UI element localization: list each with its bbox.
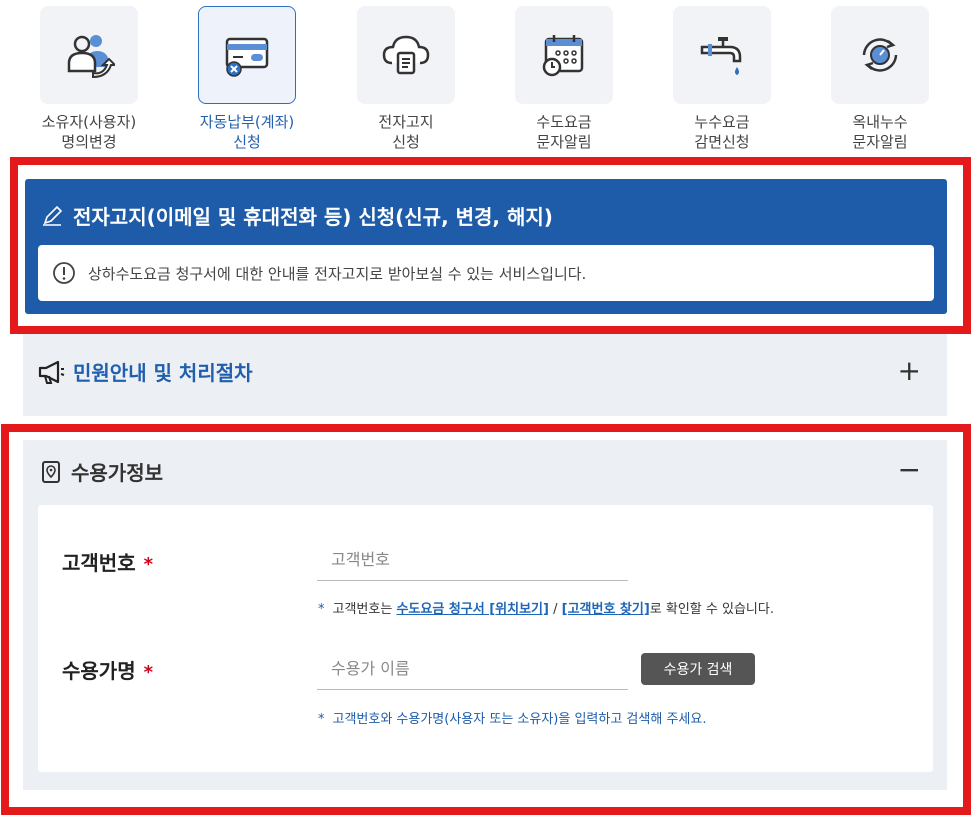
service-menu: 소유자(사용자) 명의변경 자동납부(계좌) 신청 전자고지 신청 수도요금 문… bbox=[0, 0, 974, 160]
service-indoor-leak[interactable]: 옥내누수 문자알림 bbox=[801, 0, 959, 152]
required-mark: * bbox=[143, 554, 154, 575]
owner-change-tile[interactable] bbox=[40, 6, 138, 104]
customer-name-label-text: 수용가명 bbox=[62, 659, 136, 683]
pencil-icon bbox=[43, 205, 63, 226]
customer-number-label: 고객번호 * bbox=[62, 547, 153, 576]
hint-separator: / bbox=[553, 602, 558, 617]
autopay-tile[interactable] bbox=[198, 6, 296, 104]
service-label: 옥내누수 문자알림 bbox=[852, 113, 908, 151]
guide-title-text: 민원안내 및 처리절차 bbox=[73, 361, 253, 385]
banner-title-text: 전자고지(이메일 및 휴대전화 등) 신청(신규, 변경, 해지) bbox=[73, 205, 553, 229]
service-sms-bill[interactable]: 수도요금 문자알림 bbox=[485, 0, 643, 152]
required-mark: * bbox=[143, 662, 154, 683]
service-label: 소유자(사용자) 명의변경 bbox=[41, 113, 137, 151]
collapse-icon[interactable]: − bbox=[898, 456, 921, 484]
service-label: 누수요금 감면신청 bbox=[694, 113, 750, 151]
customer-search-button[interactable]: 수용가 검색 bbox=[641, 653, 755, 685]
service-autopay[interactable]: 자동납부(계좌) 신청 bbox=[168, 0, 326, 152]
customer-form: 고객번호 * * 고객번호는 수도요금 청구서 [위치보기] / [고객번호 찾기]… bbox=[38, 505, 933, 772]
card-autopay-icon bbox=[225, 37, 269, 77]
sms-bill-tile[interactable] bbox=[515, 6, 613, 104]
hint-star: * bbox=[318, 712, 325, 727]
guide-accordion-title[interactable]: 민원안내 및 처리절차 bbox=[37, 357, 253, 386]
hint-prefix: 고객번호는 bbox=[332, 602, 393, 617]
megaphone-icon bbox=[38, 360, 65, 384]
indoor-leak-tile[interactable] bbox=[831, 6, 929, 104]
gauge-refresh-icon bbox=[862, 38, 898, 72]
page-banner: 전자고지(이메일 및 휴대전화 등) 신청(신규, 변경, 해지) 상하수도요금… bbox=[25, 179, 947, 314]
customer-name-label: 수용가명 * bbox=[62, 655, 153, 684]
calendar-alarm-icon bbox=[542, 35, 584, 77]
notice-text: 상하수도요금 청구서에 대한 안내를 전자고지로 받아보실 수 있는 서비스입니… bbox=[88, 264, 587, 283]
customer-info-accordion: 수용가정보 − 고객번호 * * 고객번호는 수도요금 청구서 [위치보기] / [… bbox=[23, 440, 947, 790]
customer-number-label-text: 고객번호 bbox=[62, 551, 136, 575]
find-customer-number-link[interactable]: [고객번호 찾기] bbox=[562, 602, 650, 617]
service-label: 전자고지 신청 bbox=[378, 113, 434, 151]
customer-name-hint: * 고객번호와 수용가명(사용자 또는 소유자)을 입력하고 검색해 주세요. bbox=[318, 708, 706, 727]
cloud-document-icon bbox=[382, 35, 430, 75]
e-notice-tile[interactable] bbox=[357, 6, 455, 104]
owner-change-icon bbox=[67, 35, 115, 79]
info-icon bbox=[53, 262, 75, 284]
service-label: 수도요금 문자알림 bbox=[536, 113, 592, 151]
customer-info-title[interactable]: 수용가정보 bbox=[41, 457, 163, 486]
faucet-drop-icon bbox=[700, 37, 742, 75]
banner-title: 전자고지(이메일 및 휴대전화 등) 신청(신규, 변경, 해지) bbox=[41, 201, 553, 230]
guide-accordion[interactable]: 민원안내 및 처리절차 + bbox=[23, 330, 947, 416]
service-label: 자동납부(계좌) 신청 bbox=[199, 113, 295, 151]
service-notice: 상하수도요금 청구서에 대한 안내를 전자고지로 받아보실 수 있는 서비스입니… bbox=[38, 245, 934, 301]
customer-number-hint: * 고객번호는 수도요금 청구서 [위치보기] / [고객번호 찾기]로 확인할 … bbox=[318, 598, 774, 617]
customer-info-title-text: 수용가정보 bbox=[71, 461, 163, 485]
service-e-notice[interactable]: 전자고지 신청 bbox=[327, 0, 485, 152]
hint-suffix: 로 확인할 수 있습니다. bbox=[649, 602, 774, 617]
bill-location-link[interactable]: 수도요금 청구서 [위치보기] bbox=[396, 602, 549, 617]
expand-icon[interactable]: + bbox=[898, 357, 921, 385]
location-card-icon bbox=[42, 460, 60, 483]
customer-number-input[interactable] bbox=[317, 539, 628, 581]
leak-reduction-tile[interactable] bbox=[673, 6, 771, 104]
customer-name-input[interactable] bbox=[317, 648, 628, 690]
service-owner-change[interactable]: 소유자(사용자) 명의변경 bbox=[10, 0, 168, 152]
customer-name-hint-text: 고객번호와 수용가명(사용자 또는 소유자)을 입력하고 검색해 주세요. bbox=[332, 712, 707, 727]
hint-star: * bbox=[318, 602, 325, 617]
service-leak-reduction[interactable]: 누수요금 감면신청 bbox=[643, 0, 801, 152]
